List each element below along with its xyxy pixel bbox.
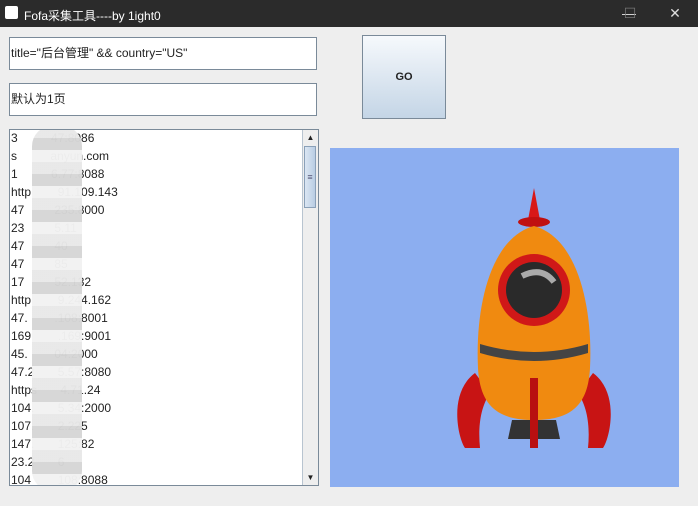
scroll-thumb[interactable]: ≡ [304,146,316,208]
maximize-button[interactable]: ☐ [607,0,653,27]
vertical-scrollbar[interactable]: ▲ ≡ ▼ [302,130,318,485]
results-list[interactable]: 3 47:8086s anyun.com1 6.77:8088http 91.1… [9,129,319,486]
rocket-image [330,148,679,487]
title-bar: Fofa采集工具----by 1ight0 — ☐ ✕ [0,0,698,27]
java-app-icon [5,6,18,19]
redaction-mask [32,130,82,485]
close-button[interactable]: ✕ [652,0,698,27]
query-input[interactable]: title="后台管理" && country="US" [9,37,317,70]
go-button[interactable]: GO [362,35,446,119]
window-title: Fofa采集工具----by 1ight0 [24,9,161,23]
scroll-up-icon[interactable]: ▲ [303,130,318,145]
scroll-down-icon[interactable]: ▼ [303,470,318,485]
rocket-icon [457,188,611,448]
page-count-input[interactable]: 默认为1页 [9,83,317,116]
